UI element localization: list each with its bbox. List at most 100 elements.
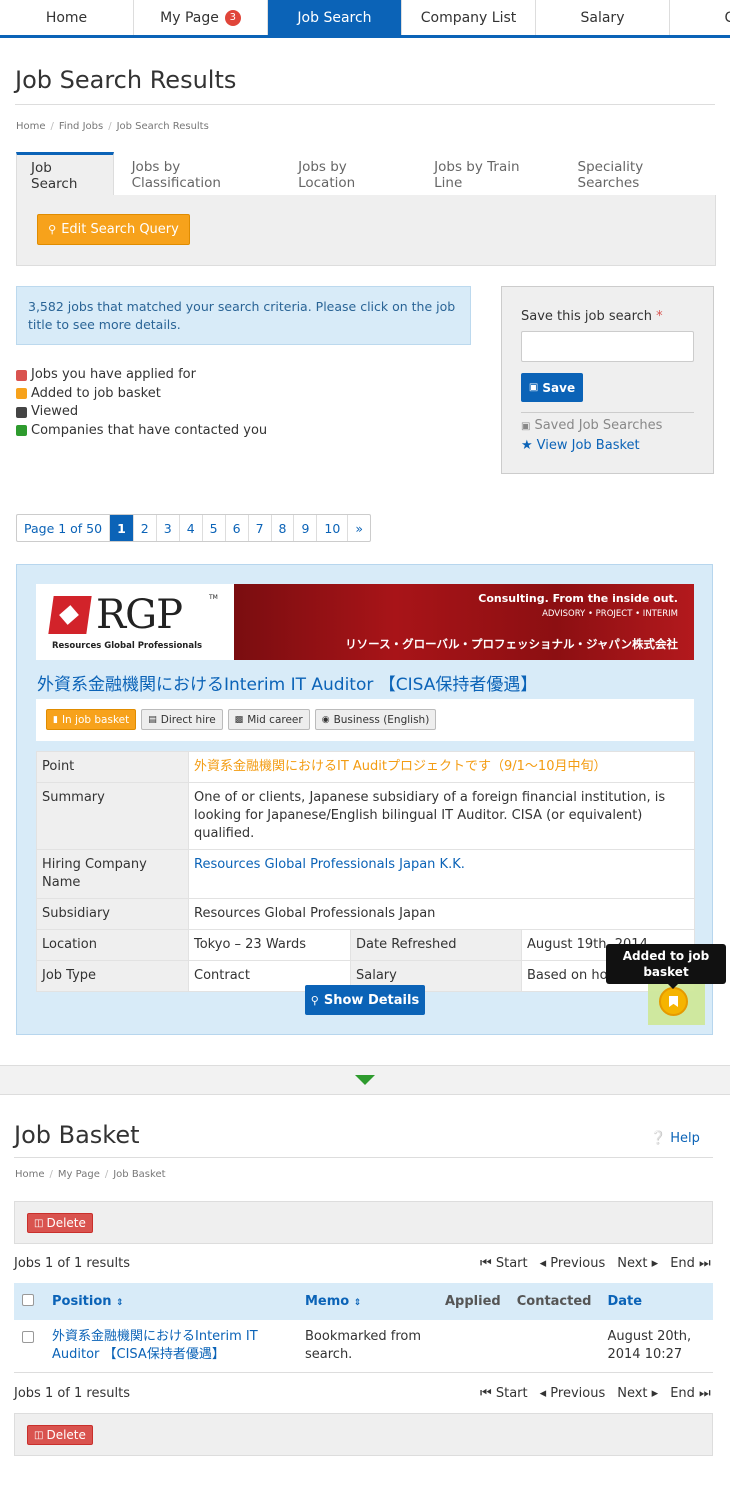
page-2[interactable]: 2 bbox=[134, 515, 157, 541]
row-checkbox[interactable] bbox=[22, 1331, 34, 1343]
nav-previous[interactable]: ◂ Previous bbox=[540, 1386, 606, 1401]
job-type-label: Job Type bbox=[36, 960, 189, 992]
header-position[interactable]: Position ⇕ bbox=[44, 1283, 297, 1320]
nav-job-search[interactable]: Job Search bbox=[268, 0, 402, 35]
nav-next[interactable]: Next ▸ bbox=[617, 1256, 658, 1271]
tag-in-basket: ▮ In job basket bbox=[46, 709, 137, 730]
hiring-company-link[interactable]: Resources Global Professionals Japan K.K… bbox=[194, 857, 465, 872]
nav-end-label: End bbox=[670, 1386, 695, 1401]
nav-end[interactable]: End ⏭ bbox=[670, 1256, 711, 1271]
nav-end[interactable]: End ⏭ bbox=[670, 1386, 711, 1401]
star-icon: ★ bbox=[521, 438, 533, 453]
table-row: 外資系金融機関におけるInterim IT Auditor 【CISA保持者優遇… bbox=[14, 1320, 713, 1373]
save-button[interactable]: ▣ Save bbox=[521, 373, 583, 402]
page-next[interactable]: » bbox=[348, 515, 370, 541]
bookmark-toggle-icon[interactable] bbox=[659, 987, 688, 1016]
saved-searches-link[interactable]: ▣ Saved Job Searches bbox=[521, 418, 662, 433]
search-icon: ⚲ bbox=[310, 993, 319, 1007]
breadcrumb-my-page[interactable]: My Page bbox=[58, 1169, 100, 1180]
page-9[interactable]: 9 bbox=[294, 515, 318, 541]
bookmark-icon: ▮ bbox=[53, 714, 58, 725]
legend-swatch-orange bbox=[16, 388, 27, 400]
job-title-link[interactable]: 外資系金融機関におけるInterim IT Auditor 【CISA保持者優遇… bbox=[37, 670, 537, 695]
arrow-down-icon bbox=[355, 1075, 375, 1085]
delete-button[interactable]: ◫ Delete bbox=[27, 1425, 93, 1445]
page-10[interactable]: 10 bbox=[317, 515, 349, 541]
saved-searches-label: Saved Job Searches bbox=[534, 418, 663, 433]
basket-table: Position ⇕ Memo ⇕ Applied Contacted Date… bbox=[14, 1283, 713, 1373]
nav-next-label: Next bbox=[617, 1256, 648, 1271]
nav-start-label: Start bbox=[495, 1386, 528, 1401]
show-details-button[interactable]: ⚲ Show Details bbox=[305, 985, 425, 1015]
basket-toolbar-bottom: ◫ Delete bbox=[14, 1413, 713, 1456]
page-8[interactable]: 8 bbox=[272, 515, 295, 541]
page-1[interactable]: 1 bbox=[110, 515, 134, 541]
legend-label: Jobs you have applied for bbox=[31, 367, 196, 382]
legend-basket: Added to job basket bbox=[16, 385, 267, 404]
legend-swatch-dark bbox=[16, 406, 27, 418]
tag-direct-hire: ▤ Direct hire bbox=[141, 709, 223, 730]
nav-my-page[interactable]: My Page 3 bbox=[134, 0, 268, 35]
tag-business-english: ◉ Business (English) bbox=[314, 709, 437, 730]
page-6[interactable]: 6 bbox=[226, 515, 249, 541]
position-link[interactable]: 外資系金融機関におけるInterim IT Auditor 【CISA保持者優遇… bbox=[52, 1329, 258, 1362]
tab-speciality[interactable]: Speciality Searches bbox=[560, 154, 716, 195]
tab-classification[interactable]: Jobs by Classification bbox=[114, 154, 281, 195]
legend-swatch-green bbox=[16, 425, 27, 437]
nav-start[interactable]: ⏮ Start bbox=[480, 1386, 528, 1401]
subsidiary-value: Resources Global Professionals Japan bbox=[188, 898, 695, 930]
company-banner: RGP TM Resources Global Professionals Co… bbox=[36, 584, 694, 660]
breadcrumb-find-jobs[interactable]: Find Jobs bbox=[59, 121, 103, 132]
required-mark: * bbox=[656, 309, 663, 324]
help-icon: ❔ bbox=[650, 1131, 667, 1146]
point-label: Point bbox=[36, 751, 189, 783]
table-row: Subsidiary Resources Global Professional… bbox=[36, 898, 695, 930]
memo-cell: Bookmarked from search. bbox=[297, 1320, 437, 1373]
page-3[interactable]: 3 bbox=[157, 515, 180, 541]
nav-company-list[interactable]: Company List bbox=[402, 0, 536, 35]
title-divider bbox=[15, 104, 715, 105]
tab-job-search[interactable]: Job Search bbox=[16, 152, 114, 195]
bookmark-glyph bbox=[669, 996, 678, 1007]
edit-search-button[interactable]: ⚲ Edit Search Query bbox=[37, 214, 190, 245]
banner-services: ADVISORY • PROJECT • INTERIM bbox=[542, 609, 678, 619]
position-cell: 外資系金融機関におけるInterim IT Auditor 【CISA保持者優遇… bbox=[44, 1320, 297, 1373]
applied-cell bbox=[437, 1320, 509, 1373]
page-5[interactable]: 5 bbox=[203, 515, 226, 541]
breadcrumb-home[interactable]: Home bbox=[15, 1169, 45, 1180]
section-divider bbox=[0, 1065, 730, 1095]
nav-previous-label: Previous bbox=[550, 1256, 606, 1271]
nav-previous-label: Previous bbox=[550, 1386, 606, 1401]
view-basket-link[interactable]: ★ View Job Basket bbox=[521, 438, 640, 453]
nav-start[interactable]: ⏮ Start bbox=[480, 1256, 528, 1271]
view-basket-label: View Job Basket bbox=[536, 438, 640, 453]
header-memo[interactable]: Memo ⇕ bbox=[297, 1283, 437, 1320]
nav-next[interactable]: Next ▸ bbox=[617, 1386, 658, 1401]
subsidiary-label: Subsidiary bbox=[36, 898, 189, 930]
results-info: 3,582 jobs that matched your search crit… bbox=[16, 286, 471, 345]
tab-location[interactable]: Jobs by Location bbox=[280, 154, 416, 195]
legend-viewed: Viewed bbox=[16, 403, 267, 422]
save-button-label: Save bbox=[542, 380, 576, 395]
header-memo-label: Memo bbox=[305, 1294, 350, 1309]
logo-tm: TM bbox=[209, 594, 218, 601]
select-all-checkbox[interactable] bbox=[22, 1293, 34, 1306]
basket-title: Job Basket bbox=[14, 1121, 140, 1149]
page-4[interactable]: 4 bbox=[180, 515, 203, 541]
page-7[interactable]: 7 bbox=[249, 515, 272, 541]
nav-home[interactable]: Home bbox=[0, 0, 134, 35]
nav-previous[interactable]: ◂ Previous bbox=[540, 1256, 606, 1271]
save-search-panel: Save this job search * ▣ Save ▣ Saved Job … bbox=[501, 286, 714, 474]
legend: Jobs you have applied for Added to job b… bbox=[16, 366, 267, 440]
help-link[interactable]: ❔ Help bbox=[650, 1131, 700, 1146]
tab-train-line[interactable]: Jobs by Train Line bbox=[416, 154, 559, 195]
rgp-logo-mark-icon bbox=[48, 596, 92, 634]
nav-salary[interactable]: Salary bbox=[536, 0, 670, 35]
save-search-input[interactable] bbox=[521, 331, 694, 362]
nav-career[interactable]: Car bbox=[670, 0, 730, 35]
bookmark-tooltip: Added to job basket bbox=[606, 944, 726, 989]
header-date[interactable]: Date bbox=[599, 1283, 713, 1320]
breadcrumb-home[interactable]: Home bbox=[16, 121, 46, 132]
delete-button[interactable]: ◫ Delete bbox=[27, 1213, 93, 1233]
banner-company-jp: リソース・グローバル・プロフェッショナル・ジャパン株式会社 bbox=[345, 637, 678, 651]
